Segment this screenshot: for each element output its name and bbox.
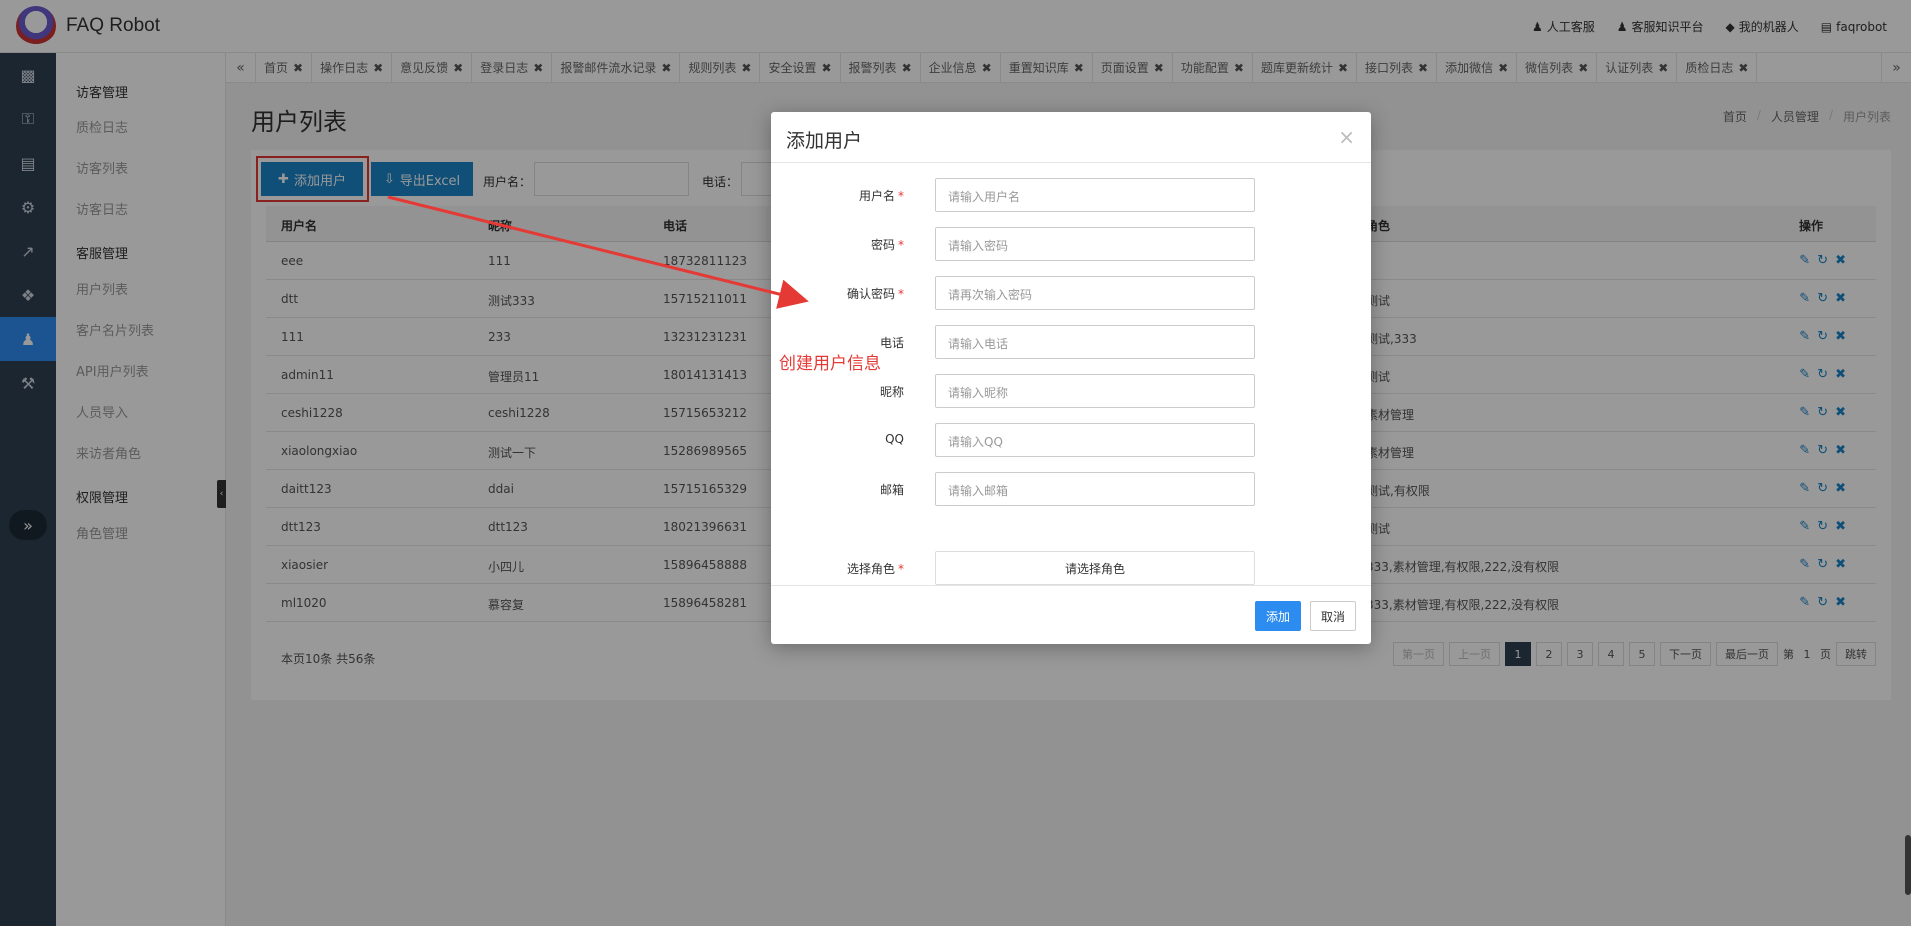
form-row: 密码 * 请输入密码 <box>771 227 1371 261</box>
password-field[interactable]: 请输入密码 <box>935 227 1255 261</box>
form-row: 确认密码 * 请再次输入密码 <box>771 276 1371 310</box>
annotation-text: 创建用户信息 <box>779 354 881 374</box>
role-label: 选择角色 * <box>846 562 904 576</box>
confirm-password-field[interactable]: 请再次输入密码 <box>935 276 1255 310</box>
dialog-title: 添加用户 <box>786 130 863 152</box>
email-field[interactable]: 请输入邮箱 <box>935 472 1255 506</box>
required-mark: * <box>898 287 904 301</box>
form-label: 邮箱 <box>879 483 904 497</box>
form-label: 昵称 <box>879 385 904 399</box>
select-role-button[interactable]: 请选择角色 <box>935 551 1255 585</box>
required-mark: * <box>898 189 904 203</box>
form-row: 用户名 * 请输入用户名 <box>771 178 1371 212</box>
add-button[interactable]: 添加 <box>1255 601 1301 631</box>
form-row: 邮箱 请输入邮箱 <box>771 472 1371 506</box>
dialog-header: 添加用户 × <box>771 112 1371 163</box>
form-label: 用户名 * <box>858 189 904 203</box>
role-row: 选择角色 * 请选择角色 <box>771 551 1371 585</box>
phone-field[interactable]: 请输入电话 <box>935 325 1255 359</box>
form-row: 昵称 请输入昵称 <box>771 374 1371 408</box>
close-icon[interactable]: × <box>1338 125 1355 149</box>
dialog-footer: 添加 取消 <box>771 585 1371 644</box>
username-field[interactable]: 请输入用户名 <box>935 178 1255 212</box>
cancel-button[interactable]: 取消 <box>1310 601 1356 631</box>
add-user-dialog: 添加用户 × 选择角色 * 请选择角色 添加 取消 用户名 * 请输入用户名密码 * 请输… <box>771 112 1371 644</box>
form-label: 电话 <box>879 336 904 350</box>
nickname-field[interactable]: 请输入昵称 <box>935 374 1255 408</box>
form-row: QQ 请输入QQ <box>771 423 1371 457</box>
form-label: 确认密码 * <box>846 287 904 301</box>
form-label: 密码 * <box>870 238 904 252</box>
required-mark: * <box>898 238 904 252</box>
qq-field[interactable]: 请输入QQ <box>935 423 1255 457</box>
form-label: QQ <box>885 432 904 446</box>
